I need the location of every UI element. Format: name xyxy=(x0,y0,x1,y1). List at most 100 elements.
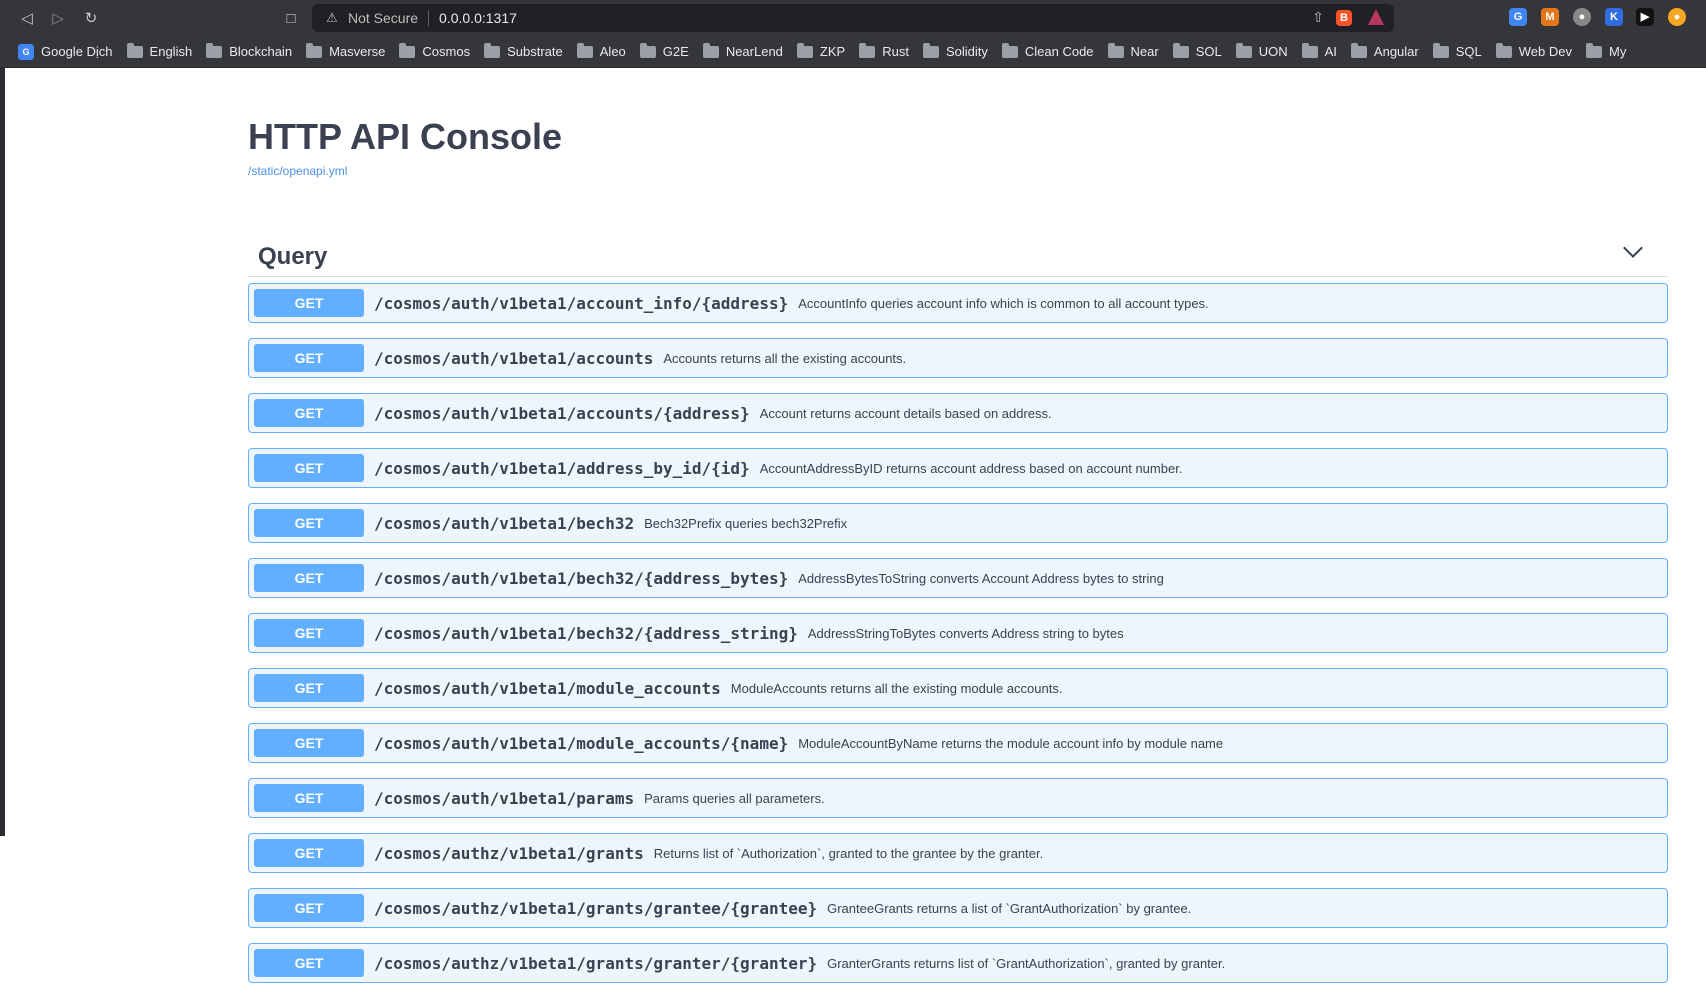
keplr-extension-icon[interactable]: K xyxy=(1605,8,1623,26)
bookmark-item[interactable]: Web Dev xyxy=(1495,42,1572,59)
folder-icon xyxy=(1001,42,1018,58)
bookmark-label: Clean Code xyxy=(1024,44,1094,59)
bookmark-item[interactable]: Cosmos xyxy=(399,42,470,59)
bookmark-item[interactable]: Clean Code xyxy=(1001,42,1094,59)
bookmark-item[interactable]: G Google Dịch xyxy=(18,43,113,60)
method-badge[interactable]: GET xyxy=(254,564,364,592)
operation-row[interactable]: GET/cosmos/auth/v1beta1/bech32 Bech32Pref… xyxy=(248,503,1668,543)
folder-icon xyxy=(859,42,876,58)
bookmark-label: Substrate xyxy=(507,44,563,59)
section-header-query[interactable]: Query xyxy=(248,231,1668,277)
operation-row[interactable]: GET/cosmos/auth/v1beta1/module_accounts/… xyxy=(248,723,1668,763)
operation-path[interactable]: /cosmos/authz/v1beta1/grants xyxy=(374,844,644,863)
bookmark-item[interactable]: SOL xyxy=(1172,42,1222,59)
extension-icon[interactable]: ● xyxy=(1573,8,1591,26)
method-badge[interactable]: GET xyxy=(254,289,364,317)
bookmarks-bar: G Google Dịch English Blockchain Masverse Cos… xyxy=(0,36,1706,68)
method-badge[interactable]: GET xyxy=(254,399,364,427)
method-badge[interactable]: GET xyxy=(254,949,364,977)
bookmark-label: ZKP xyxy=(819,44,846,59)
back-icon[interactable]: ◁ xyxy=(16,7,38,29)
method-badge[interactable]: GET xyxy=(254,894,364,922)
bookmark-item[interactable]: NearLend xyxy=(702,42,783,59)
method-badge[interactable]: GET xyxy=(254,729,364,757)
bookmark-item[interactable]: Rust xyxy=(859,42,909,59)
operation-row[interactable]: GET/cosmos/auth/v1beta1/bech32/{address_… xyxy=(248,613,1668,653)
bookmark-label: Google Dịch xyxy=(41,44,113,59)
brave-shield-icon[interactable]: B xyxy=(1336,10,1352,26)
bookmark-item[interactable]: Angular xyxy=(1350,42,1419,59)
operation-path[interactable]: /cosmos/auth/v1beta1/bech32/{address_byt… xyxy=(374,569,788,588)
operation-description: AccountInfo queries account info which i… xyxy=(798,295,1209,311)
operation-row[interactable]: GET/cosmos/authz/v1beta1/grants Returns l… xyxy=(248,833,1668,873)
operation-description: Bech32Prefix queries bech32Prefix xyxy=(644,515,848,531)
translate-extension-icon[interactable]: G xyxy=(1509,8,1527,26)
bookmark-item[interactable]: ZKP xyxy=(796,42,846,59)
address-bar[interactable]: ⚠ Not Secure 0.0.0.0:1317 ⇧ B xyxy=(312,4,1394,32)
bookmark-item[interactable]: UON xyxy=(1235,42,1288,59)
folder-icon xyxy=(1235,42,1252,58)
brave-rewards-icon[interactable] xyxy=(1368,9,1384,25)
operation-path[interactable]: /cosmos/authz/v1beta1/grants/grantee/{gr… xyxy=(374,899,817,918)
metamask-extension-icon[interactable]: M xyxy=(1541,8,1559,26)
folder-icon xyxy=(126,42,143,58)
bookmark-item[interactable]: Solidity xyxy=(922,42,988,59)
bookmark-item[interactable]: SQL xyxy=(1432,42,1482,59)
bookmark-item[interactable]: Blockchain xyxy=(206,42,292,59)
operation-path[interactable]: /cosmos/auth/v1beta1/module_accounts xyxy=(374,679,721,698)
method-badge[interactable]: GET xyxy=(254,839,364,867)
operation-row[interactable]: GET/cosmos/authz/v1beta1/grants/grantee/… xyxy=(248,888,1668,928)
operation-row[interactable]: GET/cosmos/auth/v1beta1/module_accounts M… xyxy=(248,668,1668,708)
operation-row[interactable]: GET/cosmos/auth/v1beta1/accounts/{addres… xyxy=(248,393,1668,433)
method-badge[interactable]: GET xyxy=(254,509,364,537)
operation-description: AddressBytesToString converts Account Ad… xyxy=(798,570,1164,586)
operation-row[interactable]: GET/cosmos/auth/v1beta1/accounts Accounts… xyxy=(248,338,1668,378)
operation-row[interactable]: GET/cosmos/auth/v1beta1/bech32/{address_… xyxy=(248,558,1668,598)
operation-path[interactable]: /cosmos/auth/v1beta1/module_accounts/{na… xyxy=(374,734,788,753)
bookmark-item[interactable]: G2E xyxy=(639,42,689,59)
method-badge[interactable]: GET xyxy=(254,784,364,812)
operation-description: AccountAddressByID returns account addre… xyxy=(759,460,1183,476)
folder-icon xyxy=(796,42,813,58)
operation-row[interactable]: GET/cosmos/authz/v1beta1/grants/granter/… xyxy=(248,943,1668,983)
folder-icon xyxy=(1172,42,1189,58)
extension-icon[interactable]: ▶ xyxy=(1636,8,1654,26)
operation-path[interactable]: /cosmos/auth/v1beta1/accounts/{address} xyxy=(374,404,750,423)
operation-path[interactable]: /cosmos/authz/v1beta1/grants/granter/{gr… xyxy=(374,954,817,973)
bookmark-item[interactable]: Near xyxy=(1107,42,1159,59)
share-icon[interactable]: ⇧ xyxy=(1312,9,1324,26)
extension-icon[interactable]: ● xyxy=(1668,8,1686,26)
bookmark-item[interactable]: Substrate xyxy=(484,42,563,59)
method-badge[interactable]: GET xyxy=(254,619,364,647)
operation-path[interactable]: /cosmos/auth/v1beta1/accounts xyxy=(374,349,653,368)
spec-link[interactable]: /static/openapi.yml xyxy=(248,164,347,178)
operation-path[interactable]: /cosmos/auth/v1beta1/bech32/{address_str… xyxy=(374,624,798,643)
bookmark-item[interactable]: AI xyxy=(1301,42,1337,59)
chevron-down-icon[interactable] xyxy=(1623,238,1643,258)
bookmark-label: AI xyxy=(1324,44,1337,59)
method-badge[interactable]: GET xyxy=(254,344,364,372)
bookmark-item[interactable]: Masverse xyxy=(306,42,385,59)
bookmark-item[interactable]: English xyxy=(126,42,192,59)
method-badge[interactable]: GET xyxy=(254,674,364,702)
operation-description: ModuleAccounts returns all the existing … xyxy=(730,680,1063,696)
bookmark-label: SOL xyxy=(1195,44,1222,59)
operation-row[interactable]: GET/cosmos/auth/v1beta1/account_info/{ad… xyxy=(248,283,1668,323)
reload-icon[interactable]: ↻ xyxy=(80,7,102,29)
folder-icon xyxy=(206,42,223,58)
operation-path[interactable]: /cosmos/auth/v1beta1/account_info/{addre… xyxy=(374,294,788,313)
bookmark-item[interactable]: My xyxy=(1585,42,1626,59)
bookmark-page-icon[interactable]: □ xyxy=(280,7,302,29)
operation-row[interactable]: GET/cosmos/auth/v1beta1/address_by_id/{i… xyxy=(248,448,1668,488)
url-text[interactable]: 0.0.0.0:1317 xyxy=(439,10,517,26)
operation-path[interactable]: /cosmos/auth/v1beta1/address_by_id/{id} xyxy=(374,459,750,478)
forward-icon[interactable]: ▷ xyxy=(47,7,69,29)
bookmark-item[interactable]: Aleo xyxy=(576,42,626,59)
method-badge[interactable]: GET xyxy=(254,454,364,482)
operation-path[interactable]: /cosmos/auth/v1beta1/bech32 xyxy=(374,514,634,533)
operation-path[interactable]: /cosmos/auth/v1beta1/params xyxy=(374,789,634,808)
operation-description: ModuleAccountByName returns the module a… xyxy=(798,735,1224,751)
operation-row[interactable]: GET/cosmos/auth/v1beta1/params Params que… xyxy=(248,778,1668,818)
security-label[interactable]: Not Secure xyxy=(348,10,418,26)
address-separator xyxy=(428,10,430,26)
